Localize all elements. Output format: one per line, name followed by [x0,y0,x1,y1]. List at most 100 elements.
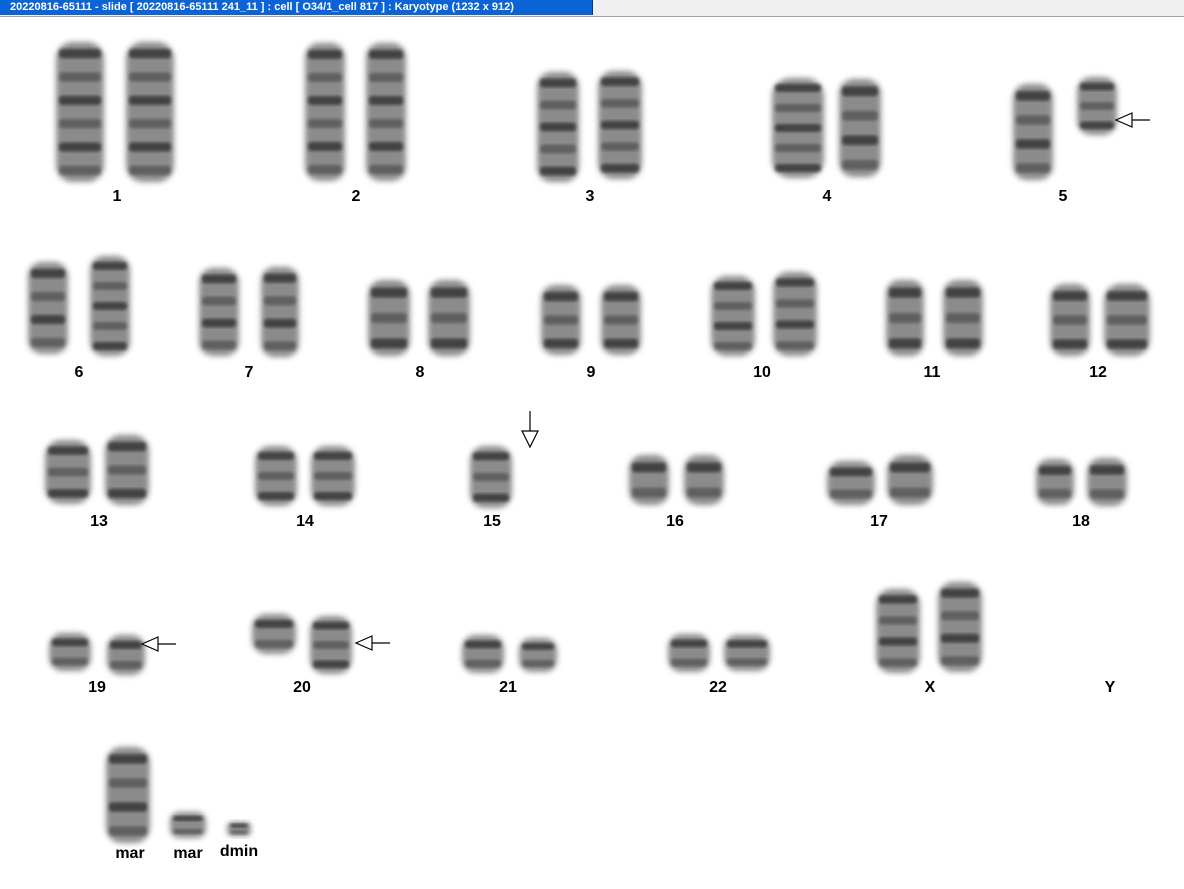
chromosome-pair-4[interactable] [772,78,881,178]
chromosome-pair-12[interactable] [1050,284,1150,356]
chromatid [49,633,91,671]
chromosome-pair-dmin-26[interactable] [227,822,251,836]
chromatid [668,634,710,672]
chromatid [428,280,470,356]
chromosome-label-4: 4 [822,188,832,205]
chromatid [311,446,355,506]
chromatid [598,71,642,179]
chromosome-pair-18[interactable] [1036,458,1127,506]
chromosome-label-5: 5 [1058,188,1068,205]
chromosome-label-y: Y [1104,679,1116,696]
chromatid [724,635,770,671]
chromosome-pair-17[interactable] [827,455,933,505]
chromosome-label-22: 22 [709,679,727,696]
abnormality-arrow-15 [521,411,539,449]
karyotype-canvas: 1 2 3 4 5 6 7 8 9 10 11 12 13 14 15 16 17 18 19 20 21 22 X Ymar… [0,17,1184,889]
chromatid [106,747,150,843]
chromosome-pair-7[interactable] [199,267,299,357]
chromosome-layer [28,42,1150,843]
chromosome-label-14: 14 [296,513,314,530]
chromatid [887,455,933,505]
chromosome-label-6: 6 [74,364,84,381]
chromosome-pair-10[interactable] [711,272,817,356]
chromosome-label-9: 9 [586,364,596,381]
chromosome-pair-mar-25[interactable] [170,812,206,838]
chromatid [1036,459,1074,505]
chromosome-label-17: 17 [870,513,888,530]
chromatid [45,440,91,504]
chromosome-label-21: 21 [499,679,517,696]
chromatid [199,268,239,356]
chromosome-label-12: 12 [1089,364,1107,381]
chromatid [56,42,104,182]
chromosome-pair-5[interactable] [1013,77,1117,180]
chromosome-pair-1[interactable] [56,42,174,182]
chromosome-label-mar: mar [173,845,203,862]
abnormality-arrow-5 [1114,112,1150,128]
abnormality-arrow-19 [140,636,176,652]
chromosome-pair-22[interactable] [668,634,770,672]
chromosome-label-15: 15 [483,513,501,530]
chromosome-pair-21[interactable] [462,635,557,673]
chromosome-label-10: 10 [753,364,771,381]
chromosome-label-18: 18 [1072,513,1090,530]
chromosome-label-11: 11 [923,364,941,381]
chromatid [366,43,406,181]
chromosome-label-mar: mar [115,845,145,862]
chromatid [601,285,641,355]
chromatid [105,435,149,505]
chromatid [261,267,299,357]
abnormality-arrow-20 [354,635,390,651]
chromosome-pair-14[interactable] [255,446,355,506]
chromosome-pair-2[interactable] [305,43,406,181]
chromosome-label-13: 13 [90,513,108,530]
chromatid [305,43,345,181]
chromatid [107,635,145,675]
chromatid [1077,77,1117,135]
chromosome-pair-9[interactable] [541,285,641,355]
chromatid [943,280,983,356]
chromosome-label-19: 19 [88,679,106,696]
chromosome-pair-16[interactable] [629,455,724,505]
chromatid [227,822,251,836]
chromosome-label-x: X [924,679,936,696]
chromosome-label-3: 3 [585,188,595,205]
chromatid [684,455,724,505]
chromatid [1050,284,1090,356]
chromatid [773,272,817,356]
chromatid [827,461,875,505]
chromatid [537,72,579,182]
chromatid [170,812,206,838]
chromosome-pair-6[interactable] [28,256,130,356]
chromosome-pair-15[interactable] [470,446,512,508]
chromatid [1087,458,1127,506]
chromatid [252,614,296,654]
chromosome-label-dmin: dmin [219,843,259,860]
chromatid [839,79,881,177]
chromatid [711,276,755,356]
chromosome-pair-3[interactable] [537,71,642,182]
chromatid [28,262,68,354]
chromosome-label-7: 7 [244,364,254,381]
chromosome-pair-11[interactable] [886,280,983,356]
chromatid [629,455,669,505]
chromatid [126,42,174,182]
window-title[interactable]: 20220816-65111 - slide [ 20220816-65111 … [0,0,593,15]
chromosome-pair-20[interactable] [252,614,352,674]
chromatid [938,582,982,672]
chromosome-label-16: 16 [666,513,684,530]
chromosome-pair-19[interactable] [49,633,145,675]
chromosome-pair-8[interactable] [368,280,470,356]
chromatid [310,616,352,674]
chromosome-label-1: 1 [112,188,122,205]
chromosome-pair-mar-24[interactable] [106,747,150,843]
chromatid [470,446,512,508]
chromatid [368,280,410,356]
chromosome-pair-x[interactable] [876,582,982,673]
chromosome-label-20: 20 [293,679,311,696]
chromatid [541,285,581,355]
chromatid [255,446,297,506]
chromosome-pair-13[interactable] [45,435,149,505]
chromosome-label-2: 2 [351,188,361,205]
chromatid [462,635,504,673]
